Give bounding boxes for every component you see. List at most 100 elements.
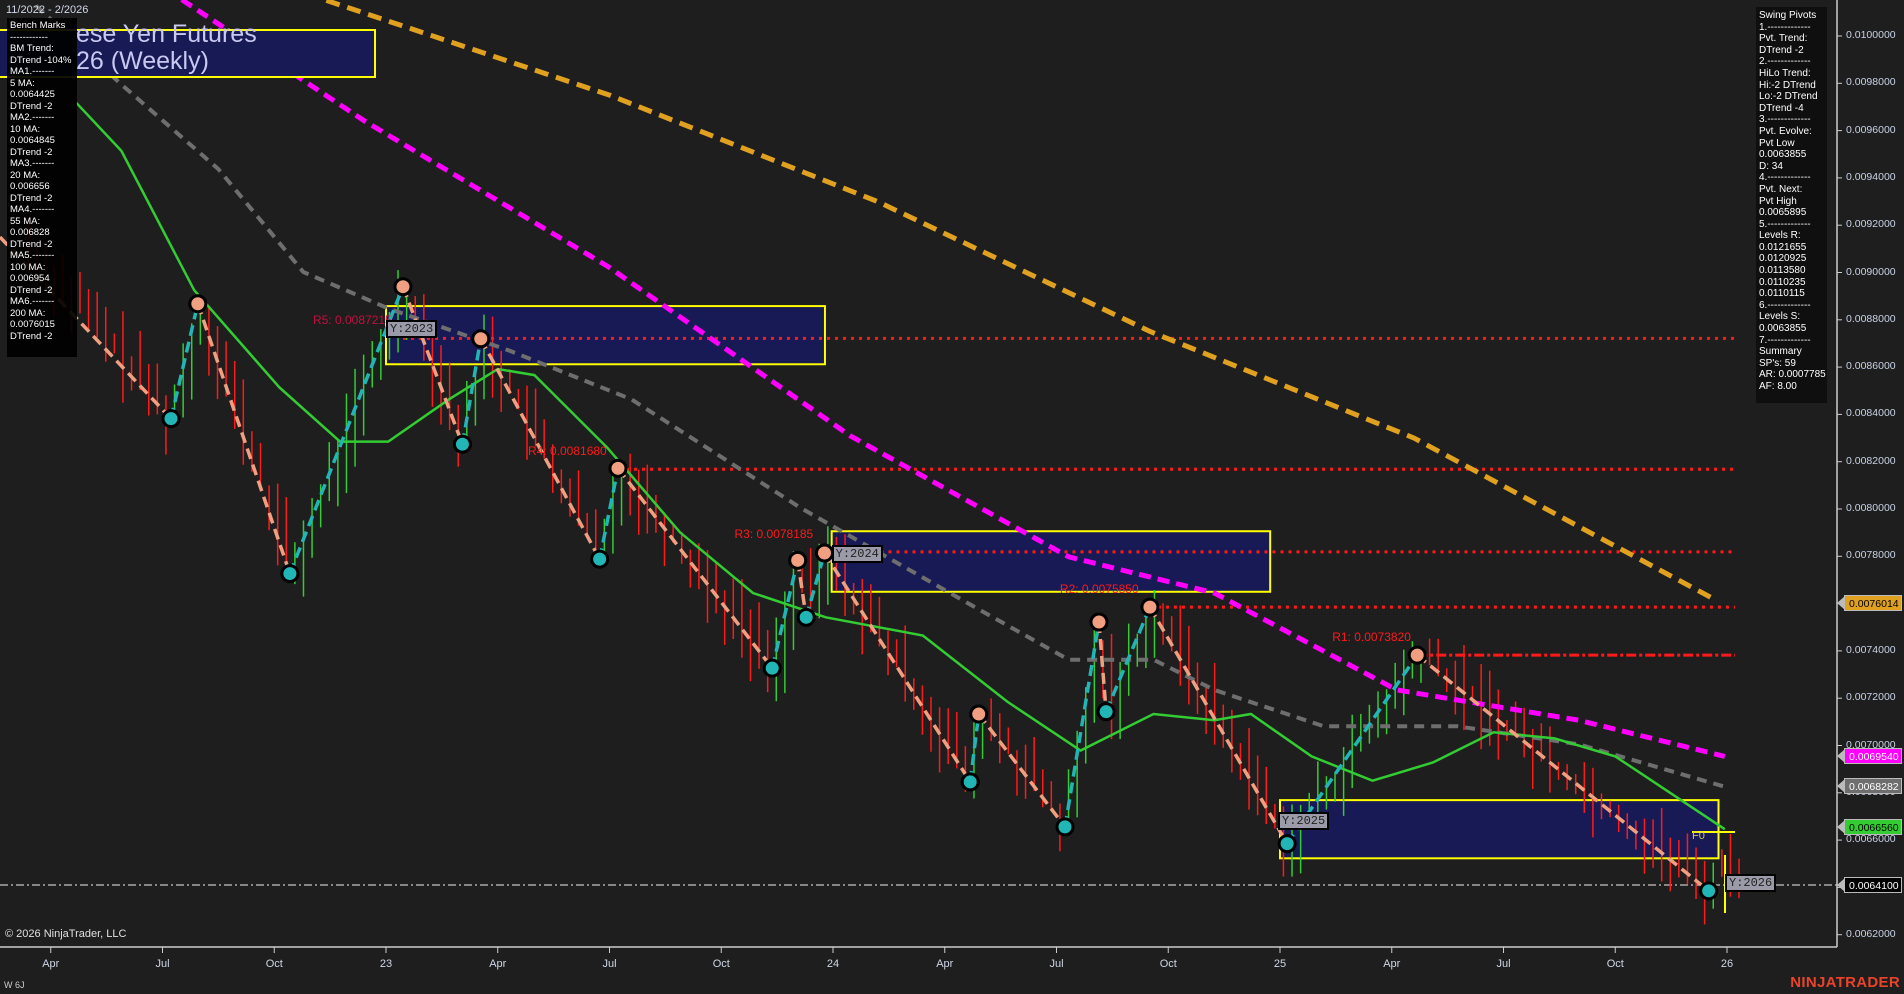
swing-pivots-line: AF: 8.00 bbox=[1759, 381, 1824, 393]
bench-marks-line: DTrend -2 bbox=[10, 239, 74, 251]
date-tick-label: Apr bbox=[1383, 958, 1400, 970]
price-tick-label: 0.0086000 bbox=[1846, 360, 1896, 372]
bench-marks-line: 0.006828 bbox=[10, 227, 74, 239]
swing-pivots-line: 0.0120925 bbox=[1759, 253, 1824, 265]
swing-pivots-line: Pvt. Next: bbox=[1759, 184, 1824, 196]
bench-marks-line: MA4.------- bbox=[10, 204, 74, 216]
swing-pivots-line: SP's: 59 bbox=[1759, 358, 1824, 370]
price-tick-label: 0.0072000 bbox=[1846, 691, 1896, 703]
swing-up-leg bbox=[806, 553, 824, 617]
price-tick-label: 0.0090000 bbox=[1846, 266, 1896, 278]
date-tick-label: Jul bbox=[1049, 958, 1063, 970]
ma-line-200ma bbox=[306, 0, 1714, 599]
bench-marks-line: 10 MA: bbox=[10, 124, 74, 136]
year-box bbox=[386, 306, 825, 364]
bench-marks-line: DTrend -2 bbox=[10, 331, 74, 343]
date-tick-label: Oct bbox=[1607, 958, 1624, 970]
swing-pivots-line: 5.------------- bbox=[1759, 219, 1824, 231]
swing-low-pivot bbox=[798, 609, 814, 625]
bench-marks-line: 0.006954 bbox=[10, 273, 74, 285]
swing-high-pivot bbox=[1091, 614, 1107, 630]
bench-marks-line: MA1.------- bbox=[10, 66, 74, 78]
bench-marks-line: DTrend -2 bbox=[10, 147, 74, 159]
swing-low-pivot bbox=[282, 566, 298, 582]
price-tick-label: 0.0080000 bbox=[1846, 502, 1896, 514]
swing-pivots-line: 0.0063855 bbox=[1759, 149, 1824, 161]
swing-low-pivot bbox=[764, 660, 780, 676]
price-tick-label: 0.0098000 bbox=[1846, 76, 1896, 88]
price-tick-label: 0.0084000 bbox=[1846, 407, 1896, 419]
swing-up-leg bbox=[600, 468, 618, 559]
price-tag: 0.0076014 bbox=[1844, 595, 1902, 611]
bench-marks-line: DTrend -2 bbox=[10, 193, 74, 205]
swing-pivots-line: Summary bbox=[1759, 346, 1824, 358]
bench-marks-line: 0.0076015 bbox=[10, 319, 74, 331]
price-tick-label: 0.0078000 bbox=[1846, 549, 1896, 561]
bench-marks-line: 0.0064425 bbox=[10, 89, 74, 101]
date-tick-label: Oct bbox=[1160, 958, 1177, 970]
swing-up-leg bbox=[171, 304, 198, 419]
date-range: 11/2022 - 2/2026 bbox=[6, 4, 88, 16]
swing-low-pivot bbox=[1279, 836, 1295, 852]
year-label: Y:2023 bbox=[386, 320, 437, 338]
swing-high-pivot bbox=[190, 296, 206, 312]
swing-high-pivot bbox=[1409, 647, 1425, 663]
swing-pivots-line: 0.0121655 bbox=[1759, 242, 1824, 254]
bench-marks-line: 100 MA: bbox=[10, 262, 74, 274]
price-tick-label: 0.0062000 bbox=[1846, 928, 1896, 940]
swing-pivots-line: Pvt Low bbox=[1759, 138, 1824, 150]
bench-marks-line: MA5.------- bbox=[10, 250, 74, 262]
date-tick-label: Apr bbox=[936, 958, 953, 970]
copyright: © 2026 NinjaTrader, LLC bbox=[5, 928, 126, 940]
price-chart[interactable] bbox=[0, 0, 1904, 994]
price-tick-label: 0.0088000 bbox=[1846, 313, 1896, 325]
swing-pivots-line: 0.0110115 bbox=[1759, 288, 1824, 300]
swing-pivots-line: 6.------------- bbox=[1759, 300, 1824, 312]
bench-marks-line: DTrend -104% bbox=[10, 55, 74, 67]
date-tick-label: Oct bbox=[713, 958, 730, 970]
fib-label: F0 bbox=[1692, 830, 1705, 842]
bench-marks-line: ------------ bbox=[10, 32, 74, 44]
swing-pivots-line: Pvt High bbox=[1759, 196, 1824, 208]
resistance-level-label: R1: 0.0073820 bbox=[1332, 630, 1411, 644]
swing-pivots-line: Swing Pivots bbox=[1759, 10, 1824, 22]
swing-low-pivot bbox=[1098, 704, 1114, 720]
price-tick-label: 0.0074000 bbox=[1846, 644, 1896, 656]
date-tick-label: Oct bbox=[266, 958, 283, 970]
swing-down-leg bbox=[198, 304, 290, 574]
price-tick-label: 0.0100000 bbox=[1846, 29, 1896, 41]
price-tag: 0.0068282 bbox=[1844, 778, 1902, 794]
swing-high-pivot bbox=[610, 460, 626, 476]
swing-pivots-line: 0.0065895 bbox=[1759, 207, 1824, 219]
instrument-label: W 6J bbox=[4, 980, 25, 990]
swing-up-leg bbox=[1065, 622, 1099, 827]
swing-low-pivot bbox=[592, 551, 608, 567]
swing-down-leg bbox=[618, 468, 772, 668]
swing-pivots-line: 4.------------- bbox=[1759, 172, 1824, 184]
swing-pivots-line: HiLo Trend: bbox=[1759, 68, 1824, 80]
ma-line-100ma bbox=[182, 0, 1725, 756]
swing-low-pivot bbox=[962, 774, 978, 790]
swing-pivots-line: AR: 0.0007785 bbox=[1759, 369, 1824, 381]
date-tick-label: Apr bbox=[489, 958, 506, 970]
bench-marks-line: BM Trend: bbox=[10, 43, 74, 55]
price-tick-label: 0.0082000 bbox=[1846, 455, 1896, 467]
swing-pivots-line: 3.------------- bbox=[1759, 114, 1824, 126]
resistance-level-label: R5: 0.0087215 bbox=[313, 313, 392, 327]
swing-pivots-line: 1.------------- bbox=[1759, 22, 1824, 34]
date-tick-label: 23 bbox=[380, 958, 392, 970]
resistance-level-label: R2: 0.0075850 bbox=[1060, 582, 1139, 596]
swing-pivots-line: 0.0113580 bbox=[1759, 265, 1824, 277]
bench-marks-line: 5 MA: bbox=[10, 78, 74, 90]
swing-low-pivot bbox=[163, 411, 179, 427]
bench-marks-line: 200 MA: bbox=[10, 308, 74, 320]
year-label: Y:2025 bbox=[1278, 812, 1329, 830]
bench-marks-line: DTrend -2 bbox=[10, 101, 74, 113]
year-label: Y:2024 bbox=[832, 545, 883, 563]
swing-low-pivot bbox=[1701, 883, 1717, 899]
swing-low-pivot bbox=[454, 436, 470, 452]
price-tag: 0.0064100 bbox=[1844, 877, 1902, 893]
bench-marks-line: 0.006656 bbox=[10, 181, 74, 193]
swing-high-pivot bbox=[817, 545, 833, 561]
swing-pivots-line: Pvt. Evolve: bbox=[1759, 126, 1824, 138]
